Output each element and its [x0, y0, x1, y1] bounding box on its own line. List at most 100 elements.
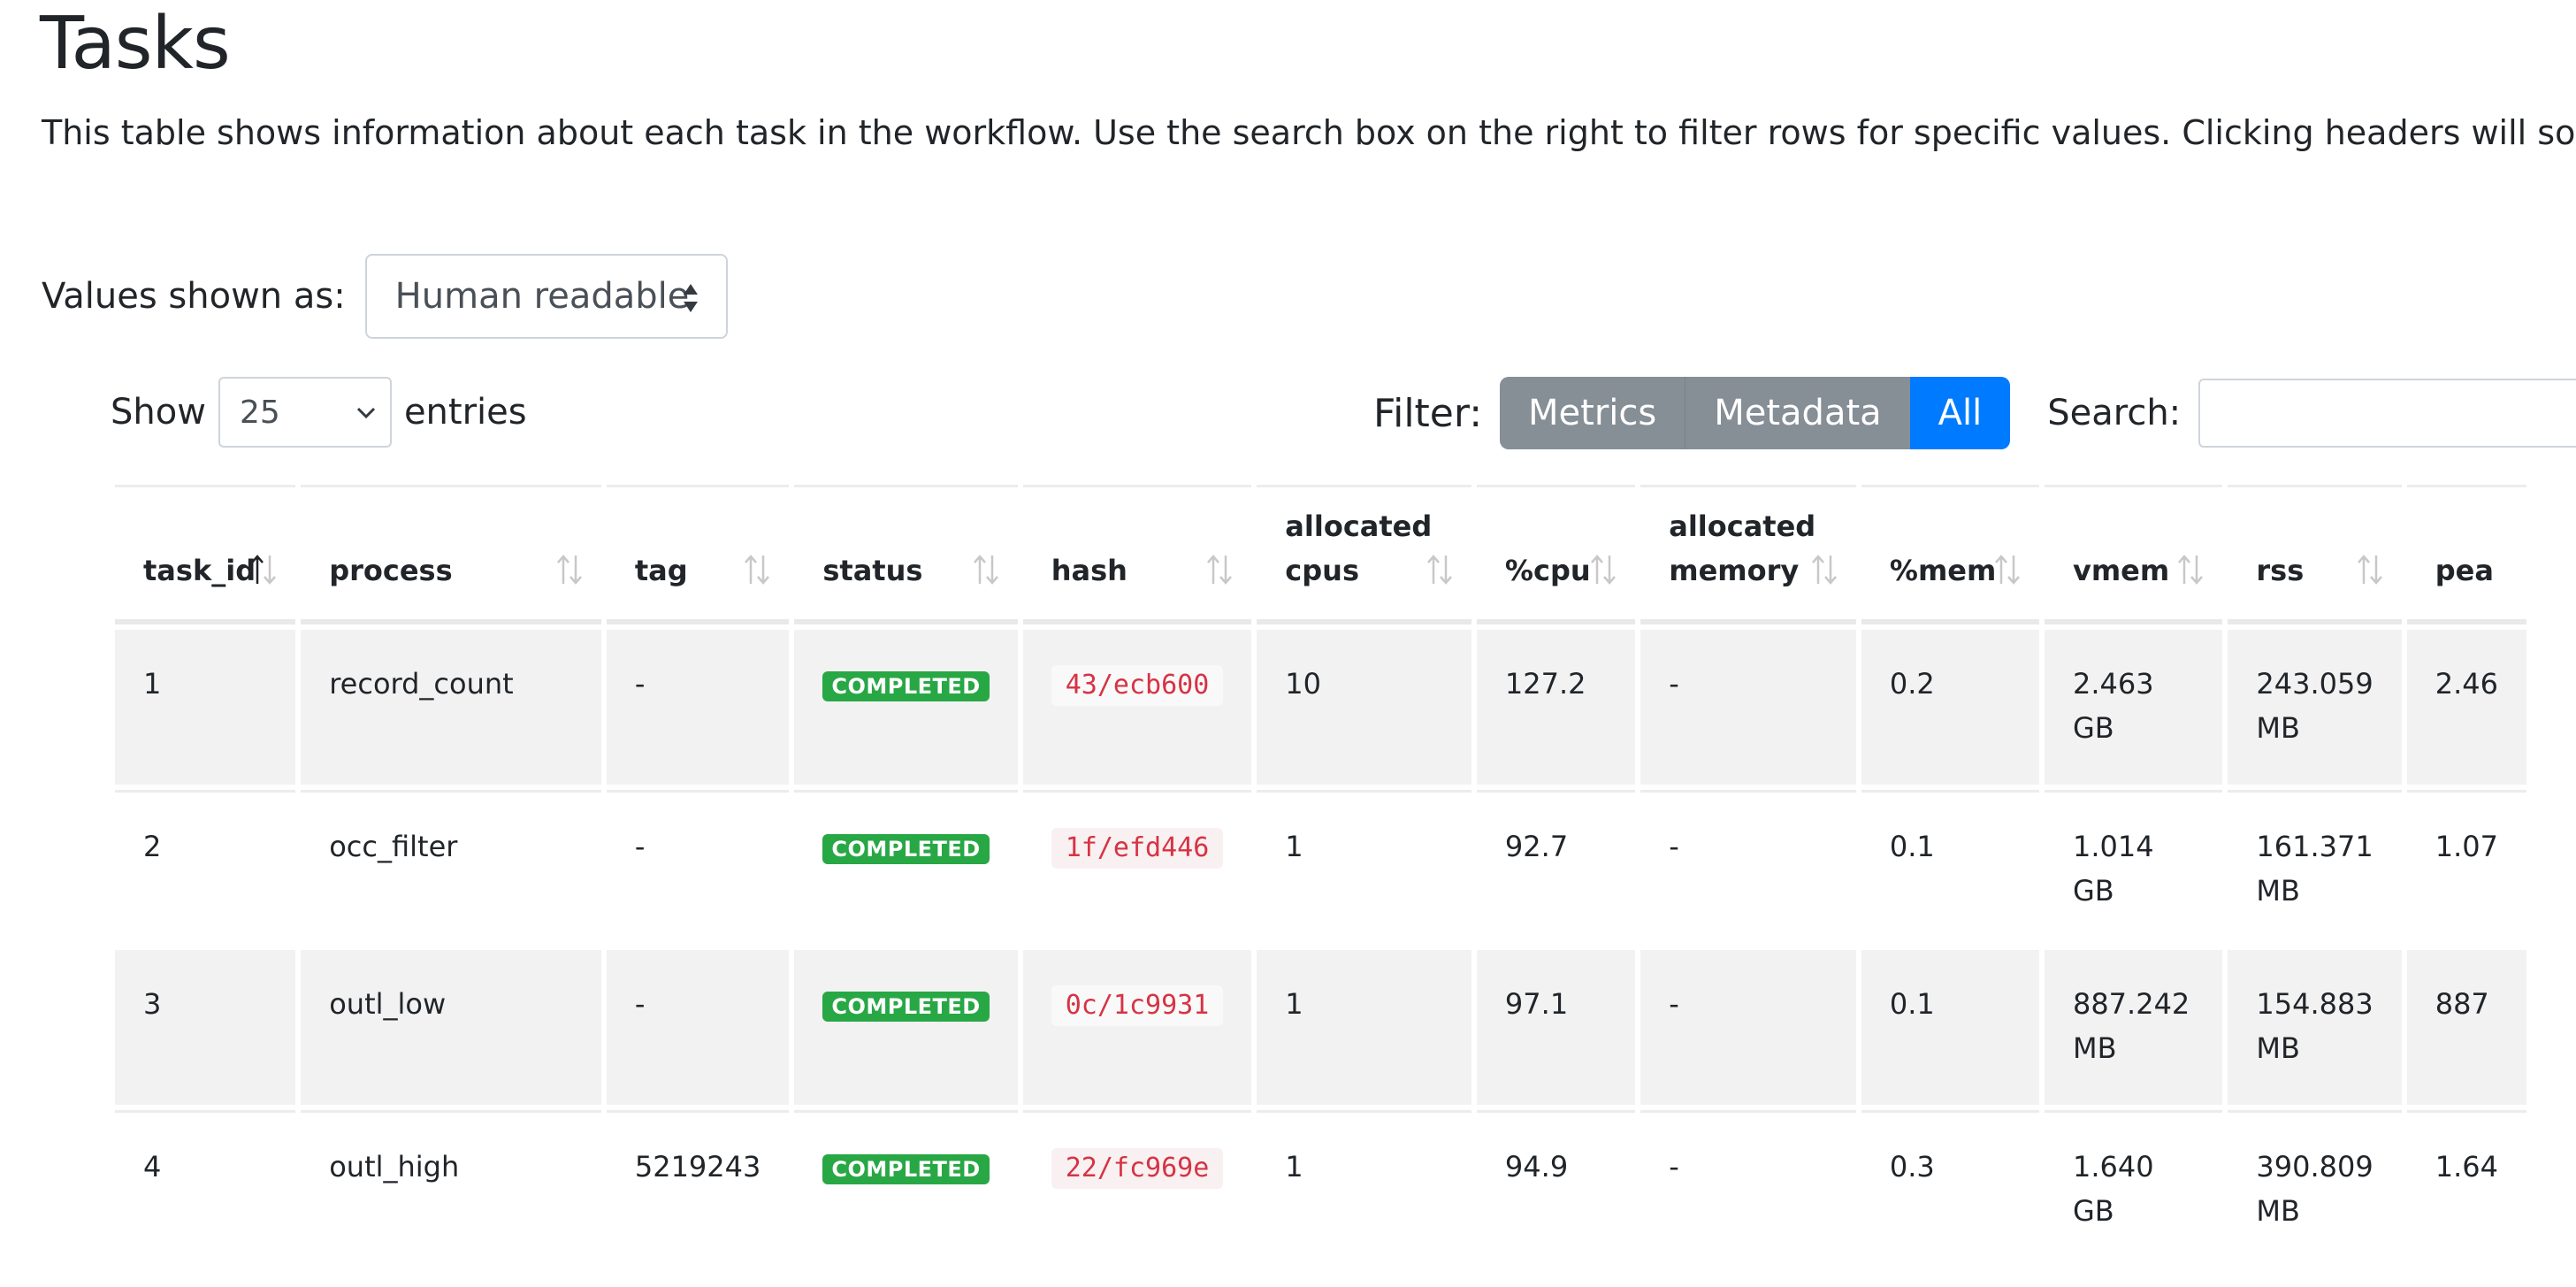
cell-peak: 1.07: [2406, 790, 2526, 945]
cell-status: COMPLETED: [794, 1110, 1018, 1265]
column-header-cpu-percent[interactable]: %cpu: [1476, 485, 1636, 624]
page-title: Tasks: [40, 2, 231, 86]
cell-mem-percent: 0.1: [1861, 950, 2039, 1105]
column-header-task-id[interactable]: task_id: [115, 485, 296, 624]
sort-arrows-icon: [556, 555, 582, 585]
cell-process: outl_high: [301, 1110, 601, 1265]
sort-arrows-icon: [1591, 555, 1617, 585]
sort-arrows-icon: [1811, 555, 1837, 585]
cell-vmem: 1.014 GB: [2044, 790, 2223, 945]
column-header-rss[interactable]: rss: [2228, 485, 2402, 624]
cell-peak: 2.46: [2406, 630, 2526, 785]
column-header-allocated-memory[interactable]: allocated memory: [1640, 485, 1856, 624]
cell-rss: 243.059 MB: [2228, 630, 2402, 785]
cell-mem-percent: 0.2: [1861, 630, 2039, 785]
cell-hash: 43/ecb600: [1022, 630, 1252, 785]
table-row: 4 outl_high 5219243 COMPLETED 22/fc969e …: [115, 1110, 2526, 1265]
page-description: This table shows information about each …: [42, 113, 2576, 152]
filter-and-search: Filter: Metrics Metadata All Search:: [1373, 376, 2576, 450]
column-header-peak[interactable]: pea: [2406, 485, 2526, 624]
search-input[interactable]: [2198, 379, 2576, 448]
entries-length-select[interactable]: 25: [218, 377, 392, 448]
cell-process: outl_low: [301, 950, 601, 1105]
values-shown-control: Values shown as: Human readable: [42, 252, 728, 341]
cell-hash: 22/fc969e: [1022, 1110, 1252, 1265]
entries-label: entries: [403, 392, 527, 433]
status-badge: COMPLETED: [822, 992, 990, 1022]
status-badge: COMPLETED: [822, 1154, 990, 1184]
table-row: 2 occ_filter - COMPLETED 1f/efd446 1 92.…: [115, 790, 2526, 945]
cell-hash: 0c/1c9931: [1022, 950, 1252, 1105]
column-header-mem-percent[interactable]: %mem: [1861, 485, 2039, 624]
show-label: Show: [111, 392, 206, 433]
filter-all-button[interactable]: All: [1909, 377, 2011, 449]
cell-rss: 154.883 MB: [2228, 950, 2402, 1105]
table-row: 3 outl_low - COMPLETED 0c/1c9931 1 97.1 …: [115, 950, 2526, 1105]
cell-tag: -: [606, 630, 790, 785]
cell-allocated-memory: -: [1640, 1110, 1856, 1265]
cell-task-id: 2: [115, 790, 296, 945]
tasks-table: task_id process tag status hash allocate…: [115, 485, 2532, 1270]
cell-allocated-cpus: 1: [1257, 1110, 1471, 1265]
cell-tag: -: [606, 950, 790, 1105]
column-header-vmem[interactable]: vmem: [2044, 485, 2223, 624]
hash-code: 22/fc969e: [1051, 1148, 1224, 1189]
cell-mem-percent: 0.1: [1861, 790, 2039, 945]
tasks-page: Tasks This table shows information about…: [0, 0, 2576, 1287]
sort-arrows-icon: [973, 555, 998, 585]
filter-metadata-button[interactable]: Metadata: [1685, 377, 1910, 449]
cell-cpu-percent: 127.2: [1476, 630, 1636, 785]
search-label: Search:: [2047, 393, 2182, 433]
cell-rss: 161.371 MB: [2228, 790, 2402, 945]
cell-vmem: 887.242 MB: [2044, 950, 2223, 1105]
cell-status: COMPLETED: [794, 950, 1018, 1105]
sort-asc-icon: [251, 555, 277, 585]
values-shown-selected: Human readable: [394, 276, 690, 317]
column-header-hash[interactable]: hash: [1022, 485, 1252, 624]
cell-allocated-cpus: 10: [1257, 630, 1471, 785]
cell-task-id: 3: [115, 950, 296, 1105]
filter-label: Filter:: [1373, 390, 1483, 436]
cell-allocated-memory: -: [1640, 950, 1856, 1105]
entries-length-selected: 25: [239, 394, 280, 431]
cell-tag: 5219243: [606, 1110, 790, 1265]
cell-task-id: 1: [115, 630, 296, 785]
select-arrows-icon: [683, 284, 698, 312]
values-shown-label: Values shown as:: [42, 276, 346, 317]
cell-hash: 1f/efd446: [1022, 790, 1252, 945]
sort-arrows-icon: [2357, 555, 2382, 585]
column-header-status[interactable]: status: [794, 485, 1018, 624]
column-header-process[interactable]: process: [301, 485, 601, 624]
hash-code: 43/ecb600: [1051, 665, 1224, 706]
tasks-table-scroll[interactable]: task_id process tag status hash allocate…: [115, 485, 2532, 1287]
filter-button-group: Metrics Metadata All: [1500, 377, 2011, 449]
column-header-allocated-cpus[interactable]: allocated cpus: [1257, 485, 1471, 624]
column-header-tag[interactable]: tag: [606, 485, 790, 624]
cell-allocated-memory: -: [1640, 790, 1856, 945]
cell-process: record_count: [301, 630, 601, 785]
cell-rss: 390.809 MB: [2228, 1110, 2402, 1265]
hash-code: 0c/1c9931: [1051, 985, 1224, 1026]
cell-mem-percent: 0.3: [1861, 1110, 2039, 1265]
cell-cpu-percent: 97.1: [1476, 950, 1636, 1105]
sort-arrows-icon: [1995, 555, 2020, 585]
cell-status: COMPLETED: [794, 630, 1018, 785]
cell-allocated-cpus: 1: [1257, 790, 1471, 945]
chevron-down-icon: [356, 407, 375, 419]
table-row: 1 record_count - COMPLETED 43/ecb600 10 …: [115, 630, 2526, 785]
cell-cpu-percent: 94.9: [1476, 1110, 1636, 1265]
filter-metrics-button[interactable]: Metrics: [1500, 377, 1685, 449]
entries-length-control: Show 25 entries: [111, 376, 527, 448]
sort-arrows-icon: [1207, 555, 1233, 585]
cell-vmem: 2.463 GB: [2044, 630, 2223, 785]
status-badge: COMPLETED: [822, 671, 990, 701]
cell-status: COMPLETED: [794, 790, 1018, 945]
sort-arrows-icon: [2178, 555, 2204, 585]
sort-arrows-icon: [1426, 555, 1452, 585]
sort-arrows-icon: [745, 555, 770, 585]
values-shown-select[interactable]: Human readable: [364, 254, 728, 339]
cell-task-id: 4: [115, 1110, 296, 1265]
cell-process: occ_filter: [301, 790, 601, 945]
hash-code: 1f/efd446: [1051, 828, 1224, 869]
cell-cpu-percent: 92.7: [1476, 790, 1636, 945]
